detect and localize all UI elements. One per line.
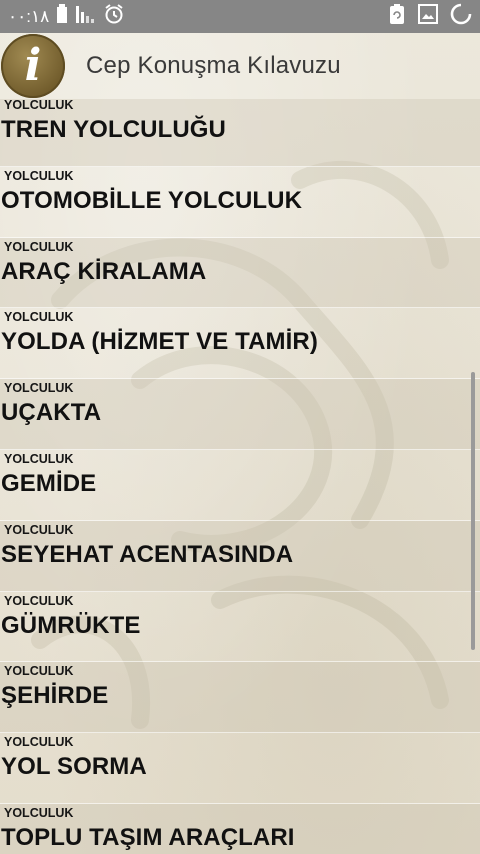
item-title: UÇAKTA — [1, 399, 102, 427]
sync-icon — [388, 3, 406, 30]
status-bar: ۰۰:۱۸ — [0, 0, 480, 33]
item-category: YOLCULUK — [4, 168, 74, 183]
list-item[interactable]: YOLCULUK SEYEHAT ACENTASINDA — [0, 520, 480, 592]
item-title: TREN YOLCULUĞU — [1, 116, 226, 143]
item-category: YOLCULUK — [4, 239, 74, 254]
item-category: YOLCULUK — [4, 522, 74, 537]
signal-icon — [75, 4, 97, 29]
alarm-icon — [103, 3, 125, 30]
loading-icon — [450, 3, 472, 30]
item-title: ŞEHİRDE — [1, 682, 109, 710]
app-title: Cep Konuşma Kılavuzu — [86, 52, 341, 79]
list-item[interactable]: YOLCULUK UÇAKTA — [0, 379, 480, 450]
item-category: YOLCULUK — [4, 381, 74, 396]
item-title: SEYEHAT ACENTASINDA — [1, 540, 294, 568]
list-item[interactable]: YOLCULUK ŞEHİRDE — [0, 662, 480, 734]
list-item[interactable]: YOLCULUK GEMİDE — [0, 450, 480, 521]
list-item[interactable]: YOLCULUK TOPLU TAŞIM ARAÇLARI — [0, 803, 480, 854]
logo-glyph: i — [24, 40, 42, 91]
item-title: GEMİDE — [1, 469, 97, 497]
item-title: YOLDA (HİZMET VE TAMİR) — [1, 328, 318, 356]
item-category: YOLCULUK — [4, 593, 74, 608]
image-icon — [418, 4, 438, 29]
item-title: TOPLU TAŞIM ARAÇLARI — [1, 823, 295, 851]
info-icon[interactable]: i — [1, 34, 65, 98]
status-time: ۰۰:۱۸ — [8, 6, 50, 26]
item-category: YOLCULUK — [4, 805, 74, 820]
list-item[interactable]: YOLCULUK GÜMRÜKTE — [0, 592, 480, 663]
list-item[interactable]: YOLCULUK ARAÇ KİRALAMA — [0, 237, 480, 309]
list-item[interactable]: YOLCULUK YOLDA (HİZMET VE TAMİR) — [0, 308, 480, 380]
list-scrollbar[interactable] — [471, 372, 475, 650]
item-category: YOLCULUK — [4, 735, 74, 750]
list-item[interactable]: YOLCULUK OTOMOBİLLE YOLCULUK — [0, 167, 480, 238]
item-category: YOLCULUK — [4, 664, 74, 679]
list-item[interactable]: YOLCULUK YOL SORMA — [0, 733, 480, 804]
item-title: ARAÇ KİRALAMA — [1, 257, 207, 285]
item-title: YOL SORMA — [1, 753, 147, 781]
item-category: YOLCULUK — [4, 451, 74, 466]
list-item[interactable]: YOLCULUK TREN YOLCULUĞU — [0, 99, 480, 167]
item-category: YOLCULUK — [4, 310, 74, 325]
battery-icon — [55, 4, 69, 29]
app-bar: i Cep Konuşma Kılavuzu — [0, 33, 480, 99]
phrase-category-list[interactable]: YOLCULUK TREN YOLCULUĞU YOLCULUK OTOMOBİ… — [0, 99, 480, 854]
item-title: GÜMRÜKTE — [1, 611, 141, 639]
item-title: OTOMOBİLLE YOLCULUK — [1, 186, 303, 214]
item-category: YOLCULUK — [4, 99, 74, 112]
